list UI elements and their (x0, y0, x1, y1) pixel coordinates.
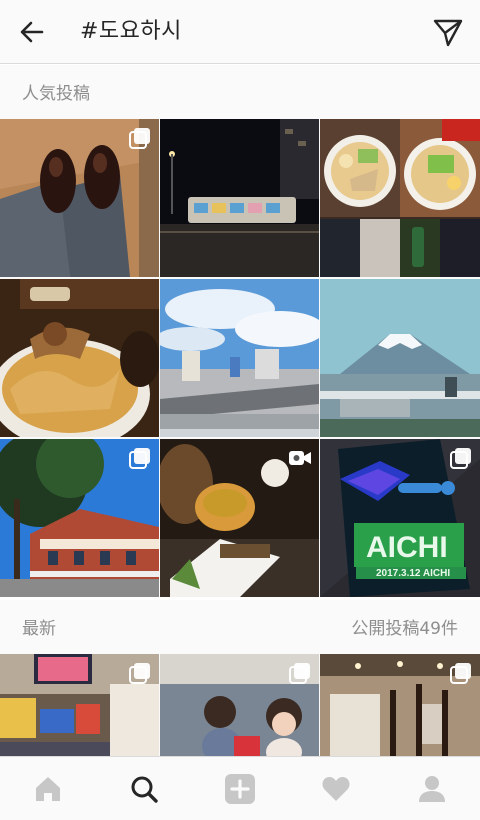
arrow-left-icon (20, 21, 44, 43)
bottom-nav (0, 756, 480, 820)
share-button[interactable] (430, 14, 466, 50)
post-tile[interactable] (0, 119, 159, 277)
hashtag-title: #도요하시 (80, 19, 182, 44)
nav-activity[interactable] (288, 757, 384, 820)
nav-add-post[interactable] (192, 757, 288, 820)
post-tile[interactable] (320, 119, 480, 277)
post-tile[interactable] (160, 119, 319, 277)
recent-posts-header: 最新 公開投稿49件 (0, 600, 480, 654)
multiple-photos-icon (129, 663, 150, 684)
paper-plane-icon (433, 19, 463, 47)
public-posts-count: 公開投稿49件 (351, 619, 458, 639)
nav-profile[interactable] (384, 757, 480, 820)
recent-posts-grid (0, 654, 480, 756)
post-photo (320, 279, 480, 437)
home-icon (36, 776, 60, 801)
multiple-photos-icon (129, 128, 150, 149)
multiple-photos-icon (450, 448, 471, 469)
post-tile[interactable] (0, 654, 159, 756)
top-posts-grid: AICHI 2017.3.12 AICHI (0, 119, 480, 597)
top-bar: #도요하시 (0, 0, 480, 64)
post-photo (0, 279, 159, 437)
post-photo (160, 119, 319, 277)
post-tile[interactable] (160, 279, 319, 437)
multiple-photos-icon (129, 448, 150, 469)
post-photo (320, 119, 480, 277)
post-photo (160, 279, 319, 437)
post-tile[interactable] (0, 279, 159, 437)
ticket-date-text: 2017.3.12 AICHI (376, 568, 450, 579)
profile-icon (419, 775, 445, 802)
video-camera-icon (289, 451, 311, 465)
multiple-photos-icon (289, 663, 310, 684)
recent-posts-label: 最新 (22, 619, 56, 639)
nav-search[interactable] (96, 757, 192, 820)
post-tile[interactable] (320, 654, 480, 756)
post-tile[interactable] (0, 439, 159, 597)
top-posts-header: 人気投稿 (0, 65, 480, 119)
search-icon (131, 776, 158, 803)
back-button[interactable] (14, 14, 50, 50)
top-posts-label: 人気投稿 (22, 84, 90, 104)
post-tile[interactable] (160, 654, 319, 756)
ticket-aichi-text: AICHI (366, 531, 448, 564)
nav-home[interactable] (0, 757, 96, 820)
multiple-photos-icon (450, 663, 471, 684)
post-tile[interactable] (320, 279, 480, 437)
heart-icon (322, 776, 350, 801)
add-post-icon (225, 773, 255, 804)
post-tile[interactable]: AICHI 2017.3.12 AICHI (320, 439, 480, 597)
post-tile[interactable] (160, 439, 319, 597)
